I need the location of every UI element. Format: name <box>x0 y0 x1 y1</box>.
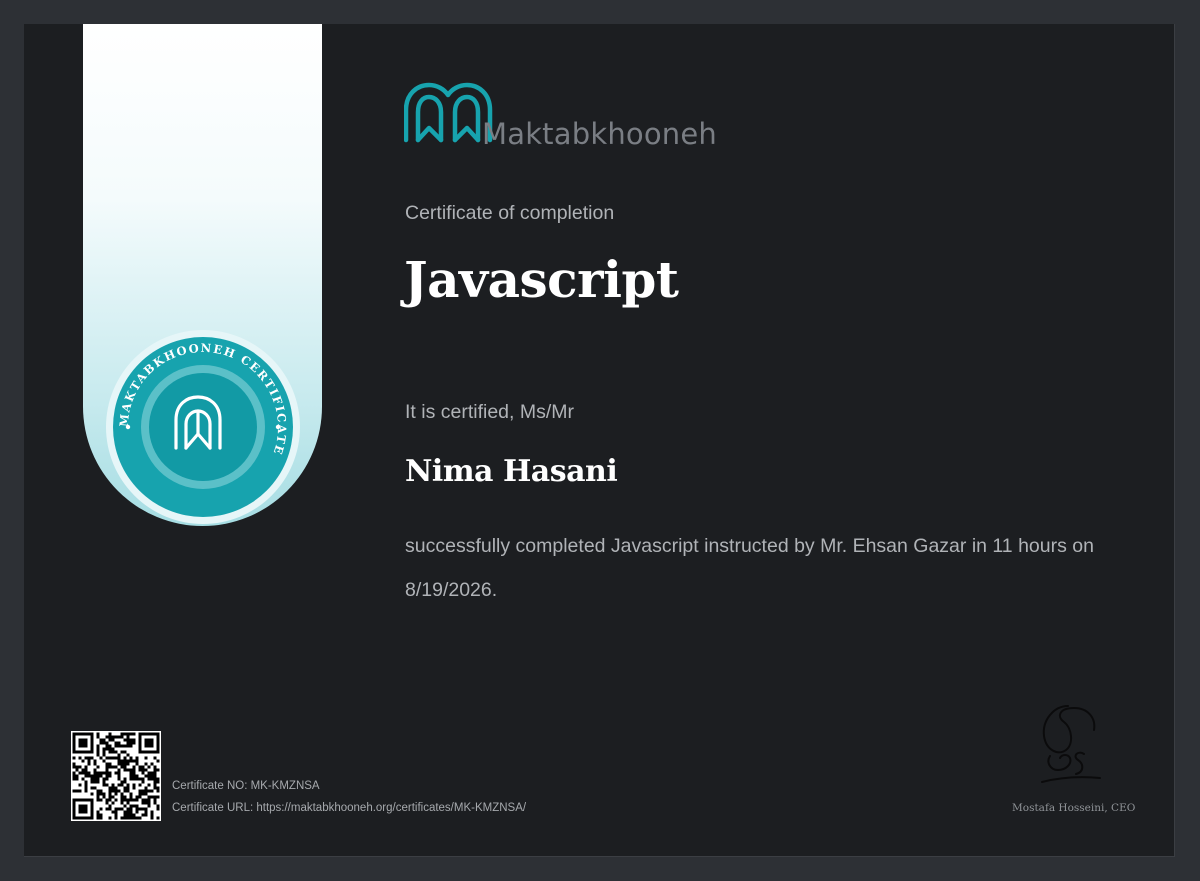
certificate-card: MAKTABKHOONEH CERTIFICATE Maktabkhooneh … <box>24 24 1175 857</box>
brand-wordmark: Maktabkhooneh <box>482 117 717 151</box>
qr-code-icon <box>71 731 161 821</box>
ceo-signature-icon <box>1041 705 1101 783</box>
certificate-url: Certificate URL: https://maktabkhooneh.o… <box>172 802 527 814</box>
completion-statement: successfully completed Javascript instru… <box>405 535 1094 601</box>
recipient-name: Nima Hasani <box>405 454 618 489</box>
certificate-seal-icon: MAKTABKHOONEH CERTIFICATE <box>106 330 300 524</box>
certified-label: It is certified, Ms/Mr <box>405 401 575 423</box>
signatory-name: Mostafa Hosseini, CEO <box>1012 802 1136 814</box>
course-title: Javascript <box>404 250 679 309</box>
certificate-number: Certificate NO: MK-KMZNSA <box>172 780 320 792</box>
certificate-eyebrow: Certificate of completion <box>405 202 615 224</box>
